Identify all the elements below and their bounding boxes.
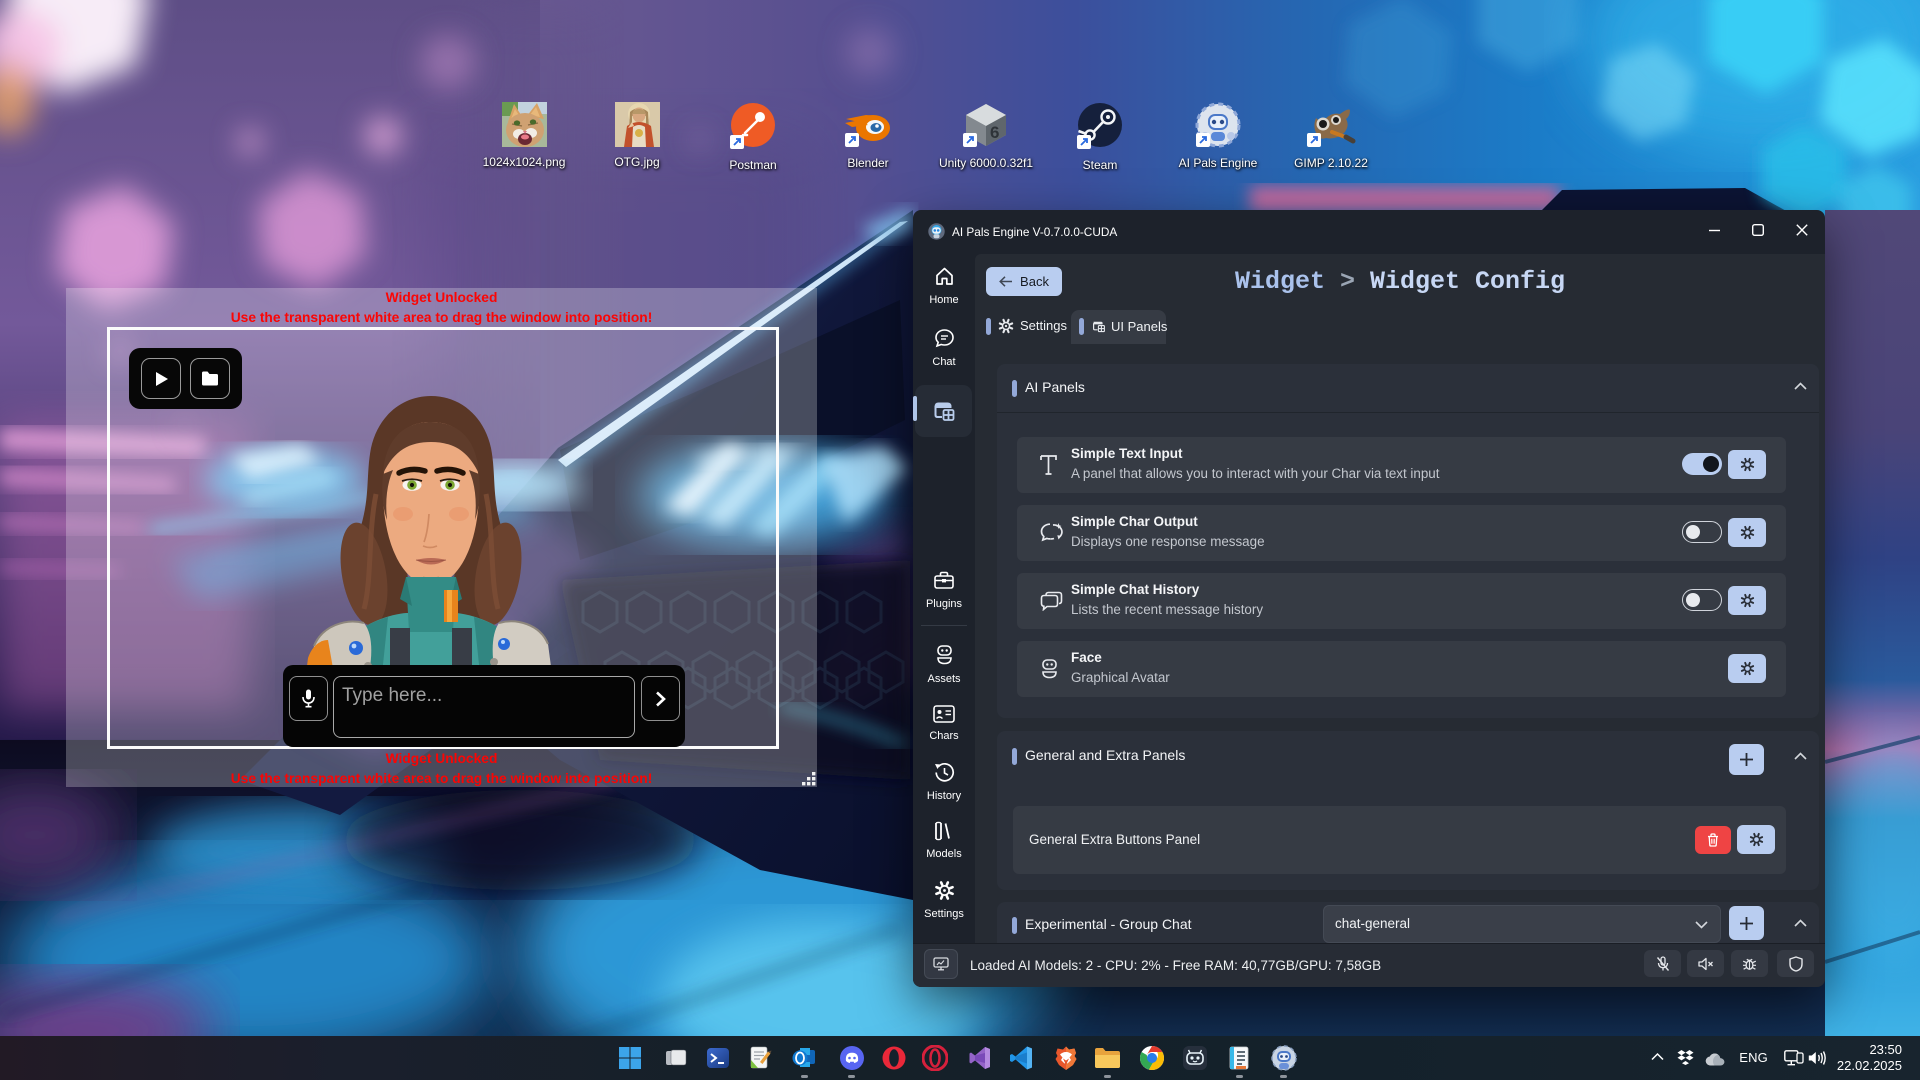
svg-text:6: 6 xyxy=(990,123,999,142)
